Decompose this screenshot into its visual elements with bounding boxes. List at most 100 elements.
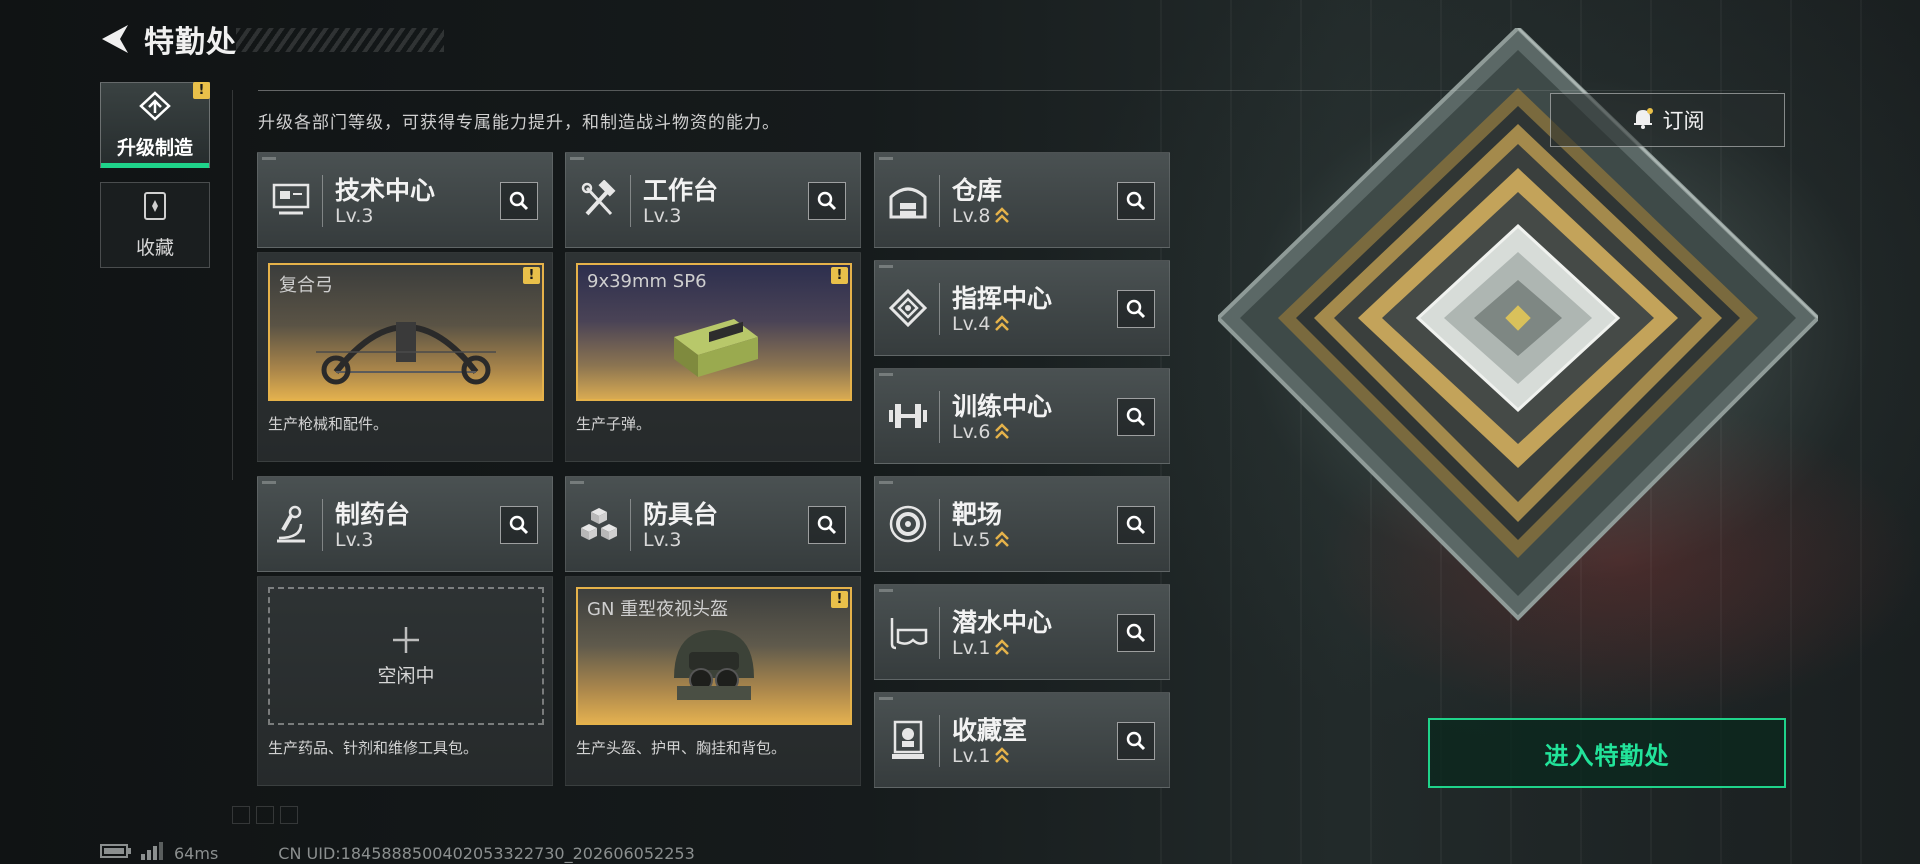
department-name: 制药台 (335, 500, 411, 529)
card-separator (630, 175, 631, 227)
dumbbell-icon (885, 393, 931, 439)
section-divider (232, 90, 233, 480)
department-level: Lv.1 (952, 637, 1010, 659)
diving-mask-icon (885, 609, 931, 655)
warehouse-icon (885, 177, 931, 223)
department-name: 靶场 (952, 500, 1003, 529)
department-card-armor-bench[interactable]: 防具台 Lv.3 (565, 476, 861, 572)
production-slot[interactable]: 复合弓 ! (268, 263, 544, 401)
search-button[interactable] (808, 506, 846, 544)
magnifier-icon (1126, 515, 1146, 535)
enter-special-ops-button[interactable]: 进入特勤处 (1428, 718, 1786, 788)
battery-icon (100, 843, 132, 863)
upgrade-craft-icon (139, 90, 171, 125)
ammo-box-image (578, 291, 850, 393)
magnifier-icon (817, 191, 837, 211)
alert-badge: ! (193, 82, 210, 99)
bell-icon (1631, 106, 1655, 134)
production-slot[interactable]: 9x39mm SP6 ! (576, 263, 852, 401)
department-card-warehouse[interactable]: 仓库 Lv.8 (874, 152, 1170, 248)
department-name: 防具台 (643, 500, 719, 529)
department-card-pharmacy[interactable]: 制药台 Lv.3 (257, 476, 553, 572)
decorative-squares (232, 806, 298, 824)
user-uid: CN UID:1845888500402053322730_2026060522… (278, 843, 695, 863)
computer-icon (268, 177, 314, 223)
search-button[interactable] (1117, 398, 1155, 436)
level-text: Lv.8 (952, 205, 991, 227)
level-text: Lv.1 (952, 637, 991, 659)
department-level: Lv.3 (335, 529, 374, 551)
department-card-shooting-range[interactable]: 靶场 Lv.5 (874, 476, 1170, 572)
department-level: Lv.3 (643, 529, 682, 551)
header-divider (258, 90, 1778, 91)
status-footer: 64ms CN UID:1845888500402053322730_20260… (100, 842, 695, 864)
double-chevron-up-icon (994, 315, 1010, 333)
search-button[interactable] (500, 506, 538, 544)
hammer-wrench-icon (576, 177, 622, 223)
nav-tab-label: 收藏 (135, 236, 174, 259)
ping-value: 64ms (174, 843, 219, 863)
department-name: 工作台 (643, 176, 719, 205)
level-text: Lv.1 (952, 745, 991, 767)
back-arrow-icon[interactable] (98, 22, 132, 56)
department-description: 生产头盔、护甲、胸挂和背包。 (576, 739, 787, 757)
page-title: 特勤处 (144, 25, 237, 60)
magnifier-icon (817, 515, 837, 535)
department-description: 生产药品、针剂和维修工具包。 (268, 739, 479, 757)
double-chevron-up-icon (994, 531, 1010, 549)
magnifier-icon (1126, 623, 1146, 643)
idle-status: 空闲中 (377, 664, 435, 687)
search-button[interactable] (1117, 614, 1155, 652)
enter-button-label: 进入特勤处 (1544, 741, 1670, 770)
department-description: 生产子弹。 (576, 415, 652, 433)
nav-tab-collection[interactable]: 收藏 (100, 182, 210, 268)
search-button[interactable] (1117, 506, 1155, 544)
plus-icon (393, 626, 419, 653)
search-button[interactable] (1117, 182, 1155, 220)
department-name: 收藏室 (952, 716, 1028, 745)
magnifier-icon (1126, 731, 1146, 751)
microscope-icon (268, 501, 314, 547)
search-button[interactable] (808, 182, 846, 220)
alert-badge: ! (831, 267, 848, 284)
card-separator (630, 499, 631, 551)
idle-production-slot[interactable]: 空闲中 (268, 587, 544, 725)
card-separator (322, 499, 323, 551)
department-level: Lv.3 (335, 205, 374, 227)
magnifier-icon (1126, 407, 1146, 427)
display-case-icon (885, 717, 931, 763)
department-name: 训练中心 (952, 392, 1053, 421)
level-text: Lv.5 (952, 529, 991, 551)
department-card-collection-room[interactable]: 收藏室 Lv.1 (874, 692, 1170, 788)
department-card-tech-center[interactable]: 技术中心 Lv.3 (257, 152, 553, 248)
department-card-diving-center[interactable]: 潜水中心 Lv.1 (874, 584, 1170, 680)
department-card-command-center[interactable]: 指挥中心 Lv.4 (874, 260, 1170, 356)
department-card-workbench[interactable]: 工作台 Lv.3 (565, 152, 861, 248)
level-text: Lv.4 (952, 313, 991, 335)
double-chevron-up-icon (994, 639, 1010, 657)
header: 特勤处 (98, 18, 237, 60)
department-name: 技术中心 (335, 176, 436, 205)
search-button[interactable] (500, 182, 538, 220)
nav-tab-upgrade-craft[interactable]: 升级制造 ! (100, 82, 210, 168)
subscribe-label: 订阅 (1662, 109, 1705, 133)
nav-tab-label: 升级制造 (116, 136, 193, 159)
department-name: 指挥中心 (952, 284, 1053, 313)
magnifier-icon (1126, 191, 1146, 211)
department-level: Lv.4 (952, 313, 1010, 335)
department-name: 潜水中心 (952, 608, 1053, 637)
department-level: Lv.8 (952, 205, 1010, 227)
subscribe-button[interactable]: 订阅 (1550, 93, 1785, 147)
department-card-training-center[interactable]: 训练中心 Lv.6 (874, 368, 1170, 464)
production-panel-tech-center: 复合弓 ! 生产枪械和配件。 (257, 252, 553, 462)
search-button[interactable] (1117, 290, 1155, 328)
production-slot[interactable]: GN 重型夜视头盔 ! (576, 587, 852, 725)
card-separator (939, 607, 940, 659)
signal-icon (140, 842, 164, 864)
card-separator (939, 715, 940, 767)
department-level: Lv.3 (643, 205, 682, 227)
search-button[interactable] (1117, 722, 1155, 760)
alert-badge: ! (523, 267, 540, 284)
magnifier-icon (509, 191, 529, 211)
command-chip-icon (885, 285, 931, 331)
